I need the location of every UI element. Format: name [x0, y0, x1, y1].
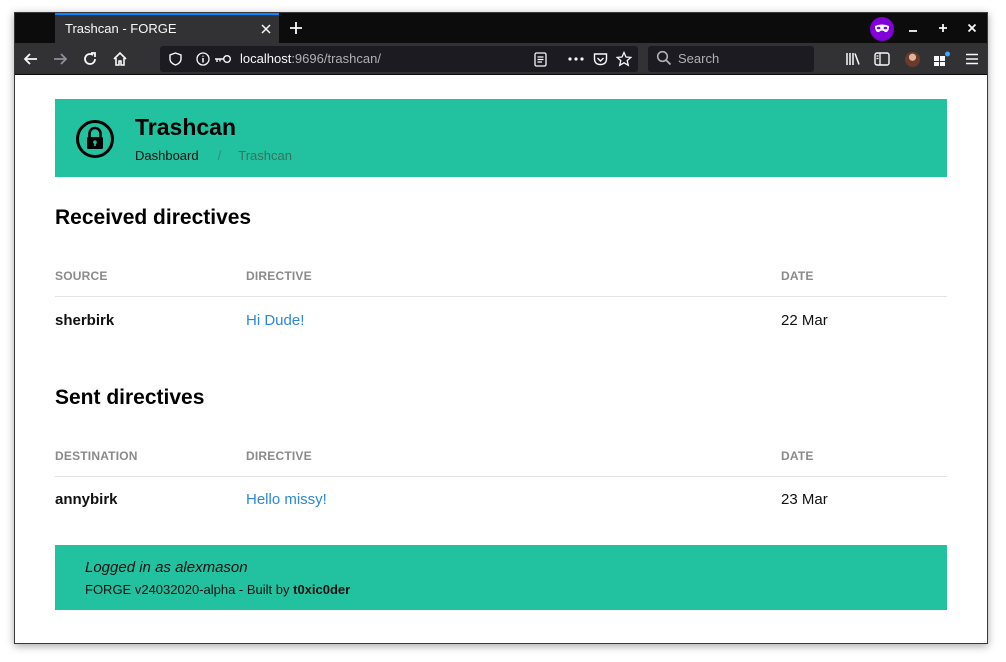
close-tab-icon[interactable]	[257, 20, 275, 38]
close-window-icon[interactable]	[963, 19, 981, 37]
received-source-cell: sherbirk	[55, 312, 115, 329]
maximize-icon[interactable]	[934, 19, 952, 37]
address-bar[interactable]: localhost:9696/trashcan/	[160, 46, 638, 72]
url-text[interactable]: localhost:9696/trashcan/	[240, 51, 381, 66]
tab-title: Trashcan - FORGE	[65, 21, 177, 36]
url-path: :9696/trashcan/	[291, 51, 381, 66]
tab-strip: Trashcan - FORGE	[15, 13, 987, 43]
reload-icon[interactable]	[78, 47, 102, 71]
tab-trashcan[interactable]: Trashcan - FORGE	[55, 13, 279, 43]
received-directive-link[interactable]: Hi Dude!	[246, 312, 304, 329]
home-icon[interactable]	[108, 47, 132, 71]
back-arrow-icon[interactable]	[19, 47, 43, 71]
sidebar-toggle-icon[interactable]	[870, 47, 894, 71]
private-browsing-icon	[870, 17, 894, 41]
breadcrumb-separator: /	[217, 148, 222, 163]
minimize-icon[interactable]	[904, 19, 922, 37]
page-header: Trashcan Dashboard / Trashcan	[55, 99, 947, 177]
sent-section-title: Sent directives	[55, 386, 205, 409]
account-avatar-icon[interactable]	[900, 47, 924, 71]
breadcrumb-current: Trashcan	[238, 148, 292, 163]
extensions-icon[interactable]	[930, 47, 954, 71]
page-title: Trashcan	[135, 114, 236, 140]
breadcrumb-dashboard[interactable]: Dashboard	[135, 148, 199, 163]
received-date-cell: 22 Mar	[781, 312, 828, 329]
sent-directive-link[interactable]: Hello missy!	[246, 491, 327, 508]
received-section-title: Received directives	[55, 206, 252, 229]
new-tab-icon[interactable]	[285, 17, 307, 39]
page-footer: Logged in as alexmason FORGE v24032020-a…	[55, 545, 947, 610]
sent-destination-cell: annybirk	[55, 491, 118, 508]
breadcrumb: Dashboard / Trashcan	[135, 148, 292, 163]
search-bar[interactable]: Search	[648, 46, 814, 72]
build-author: t0xic0der	[293, 582, 351, 597]
reader-view-icon[interactable]	[531, 50, 549, 68]
received-col-date: DATE	[781, 269, 814, 283]
sent-col-destination: DESTINATION	[55, 449, 138, 463]
menu-hamburger-icon[interactable]	[960, 47, 984, 71]
page-content: Trashcan Dashboard / Trashcan Received dir…	[15, 76, 987, 643]
page-actions-icon[interactable]	[567, 50, 585, 68]
sent-date-cell: 23 Mar	[781, 491, 828, 508]
logged-in-user: Logged in as alexmason	[85, 559, 248, 576]
bookmark-star-icon[interactable]	[615, 50, 633, 68]
build-info: FORGE v24032020-alpha - Built by t0xic0d…	[85, 582, 350, 597]
lock-icon	[75, 119, 115, 159]
url-host: localhost	[240, 51, 292, 66]
received-header-divider	[55, 296, 947, 297]
sent-col-directive: DIRECTIVE	[246, 449, 312, 463]
key-icon[interactable]	[214, 50, 232, 68]
sent-col-date: DATE	[781, 449, 814, 463]
search-placeholder: Search	[678, 51, 720, 66]
library-icon[interactable]	[841, 47, 865, 71]
navigation-toolbar: localhost:9696/trashcan/ Search	[15, 43, 987, 75]
forward-arrow-icon[interactable]	[48, 47, 72, 71]
received-col-directive: DIRECTIVE	[246, 269, 312, 283]
tracking-shield-icon[interactable]	[166, 50, 184, 68]
received-col-source: SOURCE	[55, 269, 108, 283]
sent-header-divider	[55, 476, 947, 477]
site-info-icon[interactable]	[194, 50, 212, 68]
build-version: FORGE v24032020-alpha - Built by	[85, 582, 294, 597]
browser-window: Trashcan - FORGE localhost:9696/trashcan…	[14, 12, 988, 644]
pocket-icon[interactable]	[591, 50, 609, 68]
search-icon	[656, 50, 672, 70]
